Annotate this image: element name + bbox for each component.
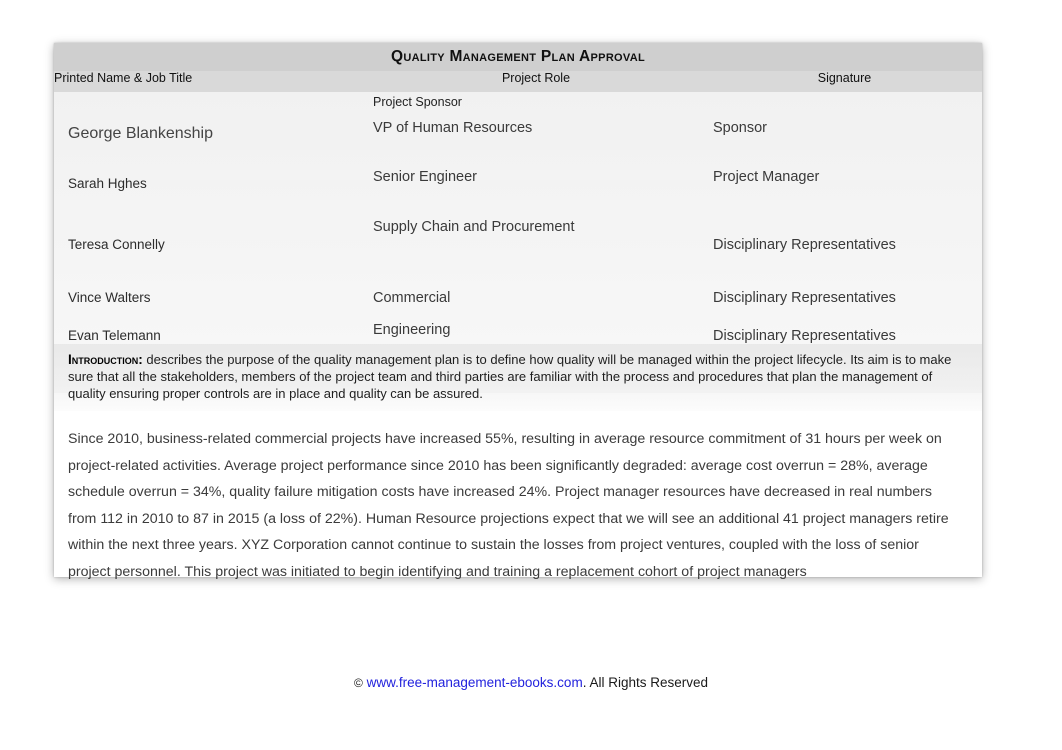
introduction-text: describes the purpose of the quality man… <box>68 352 952 401</box>
column-header-role-label: Project Role <box>501 71 571 85</box>
column-header-name: Printed Name & Job Title <box>54 71 365 92</box>
introduction-paragraph: Introduction: describes the purpose of t… <box>68 351 970 402</box>
footer: © www.free-management-ebooks.com. All Ri… <box>0 675 1062 690</box>
document-page: Quality Management Plan Approval Printed… <box>0 0 1062 750</box>
row-signature-text: Project Manager <box>713 169 820 185</box>
row-name-cell: George Blankenship <box>54 114 365 158</box>
row-role-text: Commercial <box>373 290 451 306</box>
approval-table: Quality Management Plan Approval Printed… <box>54 43 982 355</box>
row-signature-text: Sponsor <box>713 120 768 136</box>
row-role-text: Senior Engineer <box>373 169 477 185</box>
table-row: George Blankenship VP of Human Resources… <box>54 114 982 158</box>
row-role-cell: Project Sponsor <box>365 92 707 114</box>
table-row: Sarah Hghes Senior Engineer Project Mana… <box>54 158 982 210</box>
row-signature-cell <box>707 92 982 114</box>
row-signature-cell: Sponsor <box>707 114 982 158</box>
row-name-text: George Blankenship <box>68 125 213 142</box>
column-header-role: Project Role <box>365 71 707 92</box>
row-role-text: Engineering <box>373 322 451 338</box>
column-header-name-label: Printed Name & Job Title <box>54 71 193 85</box>
row-name-text: Teresa Connelly <box>68 237 165 252</box>
row-name-cell <box>54 92 365 114</box>
row-role-top-text: Project Sponsor <box>373 95 462 109</box>
copyright-icon: © <box>353 676 363 690</box>
row-signature-text: Disciplinary Representatives <box>713 290 896 306</box>
document-panel: Quality Management Plan Approval Printed… <box>54 43 982 580</box>
row-role-text: Supply Chain and Procurement <box>373 219 575 235</box>
introduction-block: Introduction: describes the purpose of t… <box>54 344 982 411</box>
row-role-cell: Senior Engineer <box>365 158 707 210</box>
table-row: Vince Walters Commercial Disciplinary Re… <box>54 280 982 317</box>
row-signature-text: Disciplinary Representatives <box>713 237 896 253</box>
rights-text: . All Rights Reserved <box>582 675 708 690</box>
row-name-text: Vince Walters <box>68 290 151 305</box>
column-header-signature-label: Signature <box>817 71 872 85</box>
row-signature-cell: Disciplinary Representatives <box>707 210 982 280</box>
row-name-cell: Teresa Connelly <box>54 210 365 280</box>
row-role-text: VP of Human Resources <box>373 120 533 136</box>
table-header-row: Printed Name & Job Title Project Role Si… <box>54 71 982 92</box>
body-block: Since 2010, business-related commercial … <box>54 426 982 585</box>
table-row: Teresa Connelly Supply Chain and Procure… <box>54 210 982 280</box>
website-link[interactable]: www.free-management-ebooks.com <box>367 675 583 690</box>
row-role-cell: Supply Chain and Procurement <box>365 210 707 280</box>
row-signature-cell: Disciplinary Representatives <box>707 280 982 317</box>
row-name-text: Sarah Hghes <box>68 176 147 191</box>
table-title-row: Quality Management Plan Approval <box>54 43 982 71</box>
table-row: Project Sponsor <box>54 92 982 114</box>
row-name-cell: Vince Walters <box>54 280 365 317</box>
page-title: Quality Management Plan Approval <box>390 48 645 65</box>
introduction-label: Introduction: <box>68 352 143 367</box>
column-header-signature: Signature <box>707 71 982 92</box>
body-paragraph: Since 2010, business-related commercial … <box>68 431 949 580</box>
row-signature-cell: Project Manager <box>707 158 982 210</box>
row-role-cell: Commercial <box>365 280 707 317</box>
row-name-cell: Sarah Hghes <box>54 158 365 210</box>
row-role-cell: VP of Human Resources <box>365 114 707 158</box>
table-title-cell: Quality Management Plan Approval <box>54 43 982 71</box>
